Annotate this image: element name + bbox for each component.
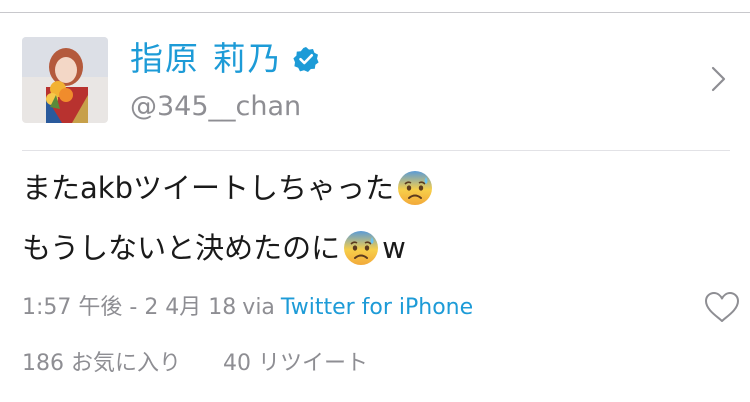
chevron-right-icon[interactable]: [706, 64, 730, 94]
tweet-timestamp: 1:57 午後 - 2 4月 18: [22, 295, 237, 320]
source-link[interactable]: Twitter for iPhone: [281, 290, 473, 326]
retweets-count[interactable]: 40 リツイート: [223, 346, 368, 382]
tweet-meta: 1:57 午後 - 2 4月 18 via Twitter for iPhone: [22, 290, 473, 326]
tweet-text: またakbツイートしちゃった: [22, 171, 394, 205]
top-divider: [0, 12, 750, 13]
tweet-text-suffix: w: [382, 231, 406, 265]
anxious-face-with-sweat-icon: [396, 169, 434, 207]
tweet-text-line: またakbツイートしちゃった: [22, 166, 436, 210]
name-row[interactable]: 指原 莉乃: [130, 36, 319, 82]
verified-badge-icon: [292, 46, 319, 72]
via-label: via: [242, 295, 275, 320]
display-name[interactable]: 指原 莉乃: [130, 36, 283, 82]
heart-outline-icon[interactable]: [703, 290, 741, 324]
user-handle[interactable]: @345__chan: [130, 89, 301, 125]
tweet-text-line: もうしないと決めたのに w: [22, 226, 406, 270]
header-divider: [22, 150, 730, 151]
avatar[interactable]: [22, 37, 108, 123]
tweet-text: もうしないと決めたのに: [22, 231, 341, 265]
tweet-stats: 186 お気に入り 40 リツイート: [22, 346, 368, 382]
likes-count[interactable]: 186 お気に入り: [22, 346, 181, 382]
anxious-face-with-sweat-icon: [342, 229, 380, 267]
